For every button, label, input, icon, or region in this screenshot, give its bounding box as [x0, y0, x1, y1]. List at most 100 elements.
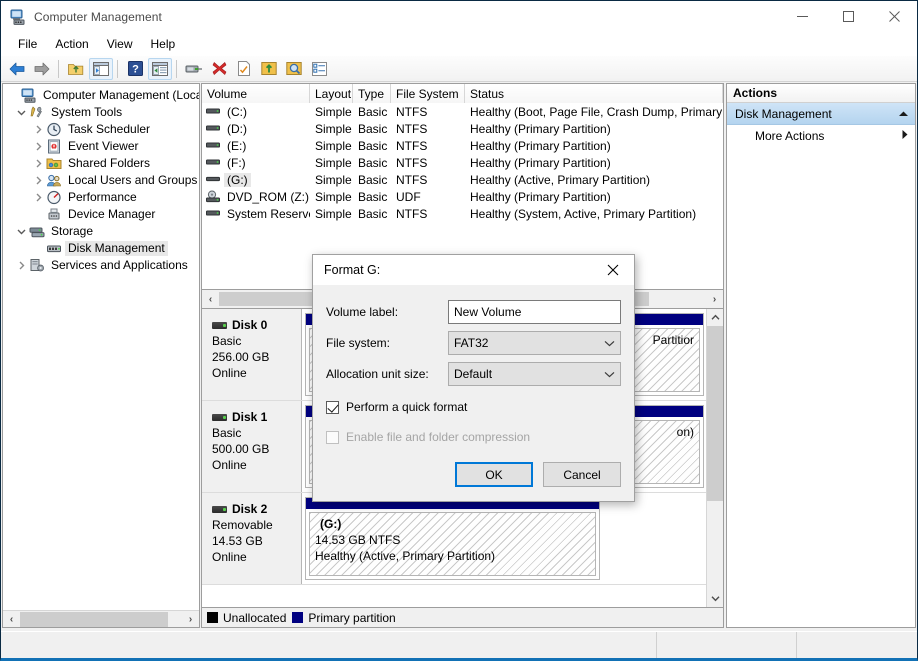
- quick-format-checkbox[interactable]: [326, 400, 339, 414]
- sidebar-item-disk-management[interactable]: Disk Management: [3, 240, 199, 257]
- volume-name: (C:): [227, 104, 247, 119]
- menu-help[interactable]: Help: [142, 34, 185, 54]
- svg-text:?: ?: [132, 64, 139, 76]
- tree-node-device-manager[interactable]: Device Manager: [3, 206, 199, 223]
- tree-node-event-viewer[interactable]: Event Viewer: [3, 138, 199, 155]
- menu-file[interactable]: File: [9, 34, 46, 54]
- close-button[interactable]: [871, 1, 917, 32]
- menu-action[interactable]: Action: [46, 34, 97, 54]
- column-header-status[interactable]: Status: [465, 84, 723, 103]
- storage-icon: [29, 224, 46, 240]
- column-header-file-system[interactable]: File System: [391, 84, 465, 103]
- minimize-button[interactable]: [779, 1, 825, 32]
- partition-status: Healthy (Active, Primary Partition): [315, 549, 496, 563]
- forward-icon[interactable]: [30, 58, 54, 80]
- chevron-up-icon[interactable]: [898, 107, 909, 121]
- scroll-left-icon[interactable]: ‹: [202, 291, 219, 307]
- table-row[interactable]: System Reserved Simple Basic NTFS Health…: [202, 205, 723, 222]
- show-action-pane-icon[interactable]: [148, 57, 172, 80]
- users-icon: [46, 173, 63, 189]
- tree-node-local-users-and-groups[interactable]: Local Users and Groups: [3, 172, 199, 189]
- table-row[interactable]: (F:) Simple Basic NTFS Healthy (Primary …: [202, 154, 723, 171]
- cell-type: Basic: [358, 189, 388, 204]
- export-list-icon[interactable]: [257, 58, 281, 80]
- refresh-icon[interactable]: [232, 58, 256, 80]
- up-folder-icon[interactable]: [64, 58, 88, 80]
- actions-header: Actions: [727, 84, 915, 103]
- chevron-right-icon[interactable]: [30, 173, 46, 189]
- chevron-right-icon[interactable]: [13, 258, 29, 274]
- tree-node-computer-management[interactable]: Computer Management (Local: [3, 87, 199, 104]
- quick-format-row[interactable]: Perform a quick format: [326, 395, 621, 419]
- cell-status: Healthy (Active, Primary Partition): [470, 172, 651, 187]
- scroll-thumb[interactable]: [707, 326, 723, 501]
- volume-label-input[interactable]: New Volume: [448, 300, 621, 324]
- file-system-select[interactable]: FAT32: [448, 331, 621, 355]
- table-row[interactable]: (C:) Simple Basic NTFS Healthy (Boot, Pa…: [202, 103, 723, 120]
- menu-view[interactable]: View: [98, 34, 142, 54]
- table-row-selected[interactable]: (G:) Simple Basic NTFS Healthy (Active, …: [202, 171, 723, 188]
- table-row[interactable]: (E:) Simple Basic NTFS Healthy (Primary …: [202, 137, 723, 154]
- title-bar: Computer Management: [1, 1, 917, 32]
- search-icon[interactable]: [282, 58, 306, 80]
- volume-icon: [206, 207, 221, 221]
- tree-node-system-tools[interactable]: System Tools: [3, 104, 199, 121]
- properties-icon[interactable]: [182, 58, 206, 80]
- back-icon[interactable]: [5, 58, 29, 80]
- cell-layout: Simple: [315, 155, 352, 170]
- chevron-down-icon[interactable]: [13, 105, 29, 121]
- view-options-icon[interactable]: [307, 58, 331, 80]
- graphical-view-vertical-scrollbar[interactable]: [706, 309, 723, 607]
- column-header-type[interactable]: Type: [353, 84, 391, 103]
- scroll-track[interactable]: [707, 326, 723, 590]
- table-row[interactable]: (D:) Simple Basic NTFS Healthy (Primary …: [202, 120, 723, 137]
- cancel-button[interactable]: Cancel: [543, 462, 621, 487]
- column-header-layout[interactable]: Layout: [310, 84, 353, 103]
- separator-1: [58, 59, 60, 78]
- partition-block-selected[interactable]: (G:) 14.53 GB NTFS Healthy (Active, Prim…: [305, 497, 600, 580]
- chevron-right-icon[interactable]: [30, 139, 46, 155]
- table-row[interactable]: DVD_ROM (Z:) Simple Basic UDF Healthy (P…: [202, 188, 723, 205]
- scroll-left-icon[interactable]: ‹: [3, 612, 20, 627]
- actions-section-disk-management[interactable]: Disk Management: [727, 103, 915, 125]
- chevron-down-icon[interactable]: [13, 224, 29, 240]
- disk-row[interactable]: Disk 2 Removable 14.53 GB Online (G:) 14…: [202, 493, 706, 585]
- volume-icon: [206, 156, 221, 170]
- device-manager-icon: [46, 207, 63, 223]
- scroll-down-icon[interactable]: [707, 590, 723, 607]
- chevron-right-icon[interactable]: [30, 122, 46, 138]
- chevron-down-icon[interactable]: [598, 371, 620, 378]
- tree-node-services-and-applications[interactable]: Services and Applications: [3, 257, 199, 274]
- cell-status: Healthy (Primary Partition): [470, 189, 611, 204]
- delete-icon[interactable]: [207, 58, 231, 80]
- tree-node-storage[interactable]: Storage: [3, 223, 199, 240]
- allocation-unit-size-select[interactable]: Default: [448, 362, 621, 386]
- scroll-right-icon[interactable]: ›: [182, 612, 199, 627]
- tree-node-performance[interactable]: Performance: [3, 189, 199, 206]
- scroll-right-icon[interactable]: ›: [706, 291, 723, 307]
- tree-node-shared-folders[interactable]: Shared Folders: [3, 155, 199, 172]
- cell-type: Basic: [358, 138, 388, 153]
- scroll-thumb[interactable]: [20, 611, 168, 627]
- actions-item-more-actions[interactable]: More Actions: [727, 125, 915, 147]
- tree-node-task-scheduler[interactable]: Task Scheduler: [3, 121, 199, 138]
- status-bar: [1, 631, 917, 658]
- scroll-up-icon[interactable]: [707, 309, 723, 326]
- chevron-down-icon[interactable]: [598, 340, 620, 347]
- actions-pane: Actions Disk Management More Actions: [726, 83, 916, 628]
- dialog-close-button[interactable]: [592, 255, 634, 285]
- ok-button[interactable]: OK: [455, 462, 533, 487]
- chevron-right-icon[interactable]: [901, 129, 909, 143]
- chevron-right-icon[interactable]: [30, 190, 46, 206]
- scroll-track[interactable]: [20, 611, 182, 627]
- tree-horizontal-scrollbar[interactable]: ‹ ›: [3, 610, 199, 627]
- chevron-right-icon[interactable]: [30, 156, 46, 172]
- status-bar-segment-2: [657, 632, 797, 658]
- maximize-button[interactable]: [825, 1, 871, 32]
- actions-item-label: More Actions: [755, 129, 825, 143]
- volume-icon: [206, 173, 221, 187]
- column-header-volume[interactable]: Volume: [202, 84, 310, 103]
- show-hide-tree-icon[interactable]: [89, 57, 113, 80]
- volume-name: System Reserved: [227, 206, 310, 221]
- help-icon[interactable]: ?: [123, 58, 147, 80]
